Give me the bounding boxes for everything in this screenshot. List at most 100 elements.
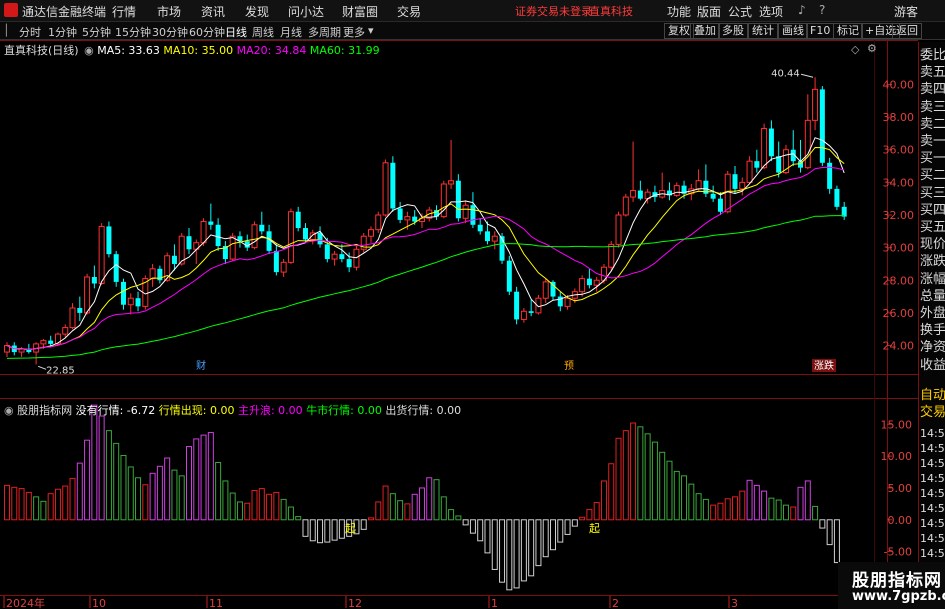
chart-settings-icon[interactable]: ⚙ — [867, 42, 877, 55]
btn-mark[interactable]: 标记 — [833, 23, 863, 39]
side-label[interactable]: 买五 — [920, 216, 945, 235]
help-icon[interactable]: ? — [819, 3, 825, 17]
kline-title[interactable]: 直真科技(日线) — [4, 44, 79, 57]
side-label[interactable]: 换手 — [920, 319, 945, 338]
candle — [390, 156, 396, 212]
menu-options[interactable]: 选项 — [759, 3, 783, 20]
period-30min[interactable]: 30分钟 — [152, 24, 188, 40]
indicator-bar — [98, 415, 105, 521]
btn-overlay[interactable]: 叠加 — [690, 23, 720, 39]
chart-area[interactable]: 40.44 22.85 财 预 涨跌 40.00 38.00 36.00 34.00 32.00… — [0, 40, 918, 609]
btn-multi-stock[interactable]: 多股 — [718, 23, 748, 39]
indicator-bar — [62, 485, 69, 521]
period-1min[interactable]: 1分钟 — [48, 24, 77, 40]
candle — [273, 244, 279, 276]
side-label[interactable]: 买二 — [920, 164, 945, 183]
indicator-settings-icon[interactable]: ◉ — [4, 404, 14, 417]
indicator-name[interactable]: 股朋指标网 — [17, 404, 72, 417]
candle-body — [477, 224, 483, 232]
menu-function[interactable]: 功能 — [667, 3, 691, 20]
candle — [120, 278, 126, 310]
side-label[interactable]: 买四 — [920, 199, 945, 218]
period-60min[interactable]: 60分钟 — [189, 24, 225, 40]
side-label[interactable]: 委比 — [920, 44, 945, 63]
side-label[interactable]: 现价 — [920, 233, 945, 252]
side-label[interactable]: 自动 — [920, 384, 945, 403]
menu-quotes[interactable]: 行情 — [112, 3, 136, 20]
period-monthly[interactable]: 月线 — [280, 24, 302, 40]
side-label[interactable]: 卖四 — [920, 78, 945, 97]
candle — [768, 120, 774, 162]
side-label[interactable]: 买一 — [920, 147, 945, 166]
indicator-bar — [520, 519, 527, 582]
side-label[interactable]: 交易 — [920, 401, 945, 420]
bell-icon[interactable]: ♪ — [798, 3, 806, 17]
chart-diamond-icon[interactable]: ◇ — [851, 43, 859, 56]
guest-label[interactable]: 游客 — [894, 3, 918, 20]
trade-login-warning[interactable]: 证券交易未登录 — [515, 3, 592, 19]
ma-settings-icon[interactable]: ◉ — [84, 44, 94, 57]
indicator-info-bar: ◉ 股朋指标网 没有行情: -6.72 行情出现: 0.00 主升浪: 0.00… — [4, 402, 461, 418]
low-price-label: 22.85 — [46, 365, 75, 376]
indicator-bar — [688, 483, 695, 521]
period-toolbar: ▏ 分时 1分钟 5分钟 15分钟 30分钟 60分钟 日线 周线 月线 多周期… — [0, 22, 945, 40]
candle — [62, 324, 69, 338]
candle — [514, 286, 520, 325]
indicator-bar — [768, 497, 775, 521]
candle — [586, 268, 592, 289]
side-label[interactable]: 买三 — [920, 182, 945, 201]
menu-wealth-circle[interactable]: 财富圈 — [342, 3, 378, 20]
menu-formula[interactable]: 公式 — [728, 3, 752, 20]
side-label[interactable]: 外盘 — [920, 302, 945, 321]
candle-body — [302, 228, 308, 240]
side-label[interactable]: 卖三 — [920, 96, 945, 115]
indicator-bar — [550, 519, 556, 551]
side-label[interactable]: 卖二 — [920, 113, 945, 132]
indicator-bar — [637, 426, 644, 521]
menu-discover[interactable]: 发现 — [245, 3, 269, 20]
period-15min[interactable]: 15分钟 — [115, 24, 151, 40]
menu-layout[interactable]: 版面 — [697, 3, 721, 20]
period-daily[interactable]: 日线 — [225, 24, 247, 40]
side-label[interactable]: 总量 — [920, 285, 945, 304]
candle-body — [171, 255, 177, 264]
candle-body — [622, 196, 629, 216]
btn-f10[interactable]: F10 — [806, 23, 835, 39]
indicator-bar — [135, 477, 142, 521]
side-label[interactable]: 收益 — [920, 354, 945, 373]
candle — [506, 255, 512, 295]
candle — [237, 231, 243, 248]
candle-body — [761, 128, 768, 169]
indicator-bar — [302, 519, 309, 537]
side-label[interactable]: 净资 — [920, 336, 945, 355]
btn-stats[interactable]: 统计 — [748, 23, 778, 39]
period-more[interactable]: 更多 — [343, 24, 365, 40]
candle — [652, 185, 658, 202]
more-dropdown-icon[interactable]: ▾ — [368, 24, 374, 37]
btn-draw[interactable]: 画线 — [778, 23, 808, 39]
period-intraday[interactable]: 分时 — [19, 24, 41, 40]
btn-back[interactable]: 返回 — [892, 23, 922, 39]
period-5min[interactable]: 5分钟 — [82, 24, 111, 40]
period-multi[interactable]: 多周期 — [308, 24, 341, 40]
indicator-bar — [557, 519, 564, 543]
menu-market[interactable]: 市场 — [157, 3, 181, 20]
menu-trade[interactable]: 交易 — [397, 3, 421, 20]
menu-news[interactable]: 资讯 — [201, 3, 225, 20]
candle — [462, 200, 469, 224]
trade-time-label: 14:56 — [920, 532, 945, 545]
period-weekly[interactable]: 周线 — [252, 24, 274, 40]
kline-chart: 40.44 22.85 财 预 涨跌 — [4, 68, 847, 376]
side-label[interactable]: 卖一 — [920, 130, 945, 149]
candle — [84, 273, 91, 315]
candle — [841, 201, 847, 220]
menu-wenxiaoda[interactable]: 问小达 — [288, 3, 324, 20]
side-label[interactable]: 涨跌 — [920, 250, 945, 269]
date-tick-label: 1 — [491, 597, 498, 609]
side-label[interactable]: 卖五 — [920, 61, 945, 80]
side-label[interactable]: 涨幅 — [920, 268, 945, 287]
indicator-bar — [593, 502, 600, 521]
indicator-bar — [229, 492, 236, 521]
indicator-bar — [11, 486, 18, 521]
indicator-bar — [404, 503, 411, 521]
